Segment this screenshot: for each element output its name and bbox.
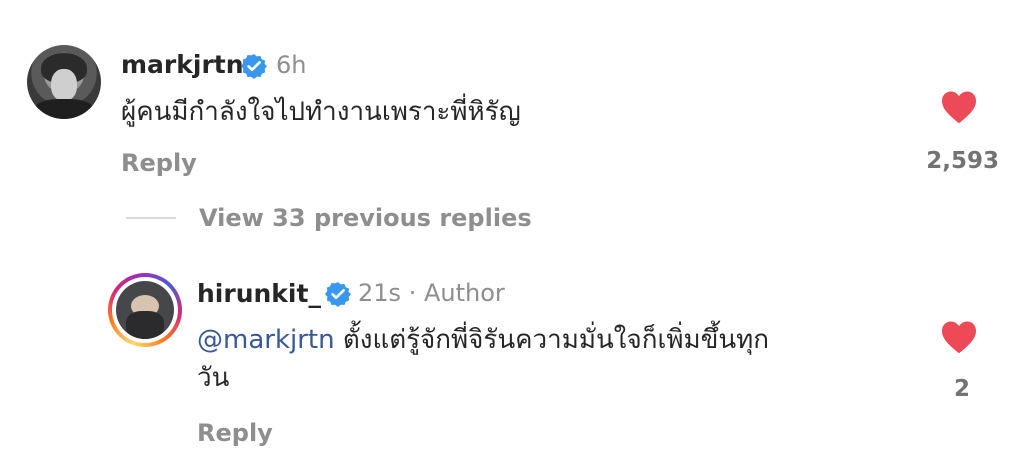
- meta-separator: ·: [408, 279, 417, 307]
- reply-text-line2: วัน: [197, 362, 230, 393]
- mention-link[interactable]: @markjrtn: [197, 325, 335, 355]
- author-label: Author: [423, 279, 505, 307]
- reply-meta: 21s · Author: [358, 279, 505, 307]
- reply-button[interactable]: Reply: [197, 419, 273, 447]
- heart-icon[interactable]: [940, 320, 978, 354]
- avatar-face: [51, 69, 77, 101]
- view-previous-replies-button[interactable]: View 33 previous replies: [199, 204, 532, 232]
- comment-text: ผู้คนมีกำลังใจไปทำงานเพราะพี่หิรัญ: [121, 97, 521, 127]
- avatar-body: [33, 99, 95, 119]
- reply-button[interactable]: Reply: [121, 149, 197, 177]
- username[interactable]: markjrtn: [121, 50, 244, 79]
- reply-text: @markjrtn ตั้งแต่รู้จักพี่จิรันความมั่นใ…: [197, 322, 897, 397]
- like-count: 2,593: [926, 148, 999, 174]
- reply-time: 21s: [358, 279, 402, 307]
- story-ring-inner: [112, 277, 178, 343]
- verified-badge-icon: [325, 282, 351, 307]
- comment-time: 6h: [276, 51, 307, 79]
- avatar-body: [126, 311, 164, 339]
- story-ring[interactable]: [108, 273, 182, 347]
- replies-divider: [126, 217, 176, 219]
- reply-text-line1: ตั้งแต่รู้จักพี่จิรันความมั่นใจก็เพิ่มขึ…: [342, 325, 770, 355]
- heart-icon[interactable]: [940, 90, 978, 124]
- verified-badge-icon: [241, 54, 267, 79]
- reply-username[interactable]: hirunkit_: [197, 279, 321, 308]
- like-count: 2: [953, 376, 970, 402]
- avatar[interactable]: [27, 45, 101, 119]
- reply-avatar: [116, 281, 174, 339]
